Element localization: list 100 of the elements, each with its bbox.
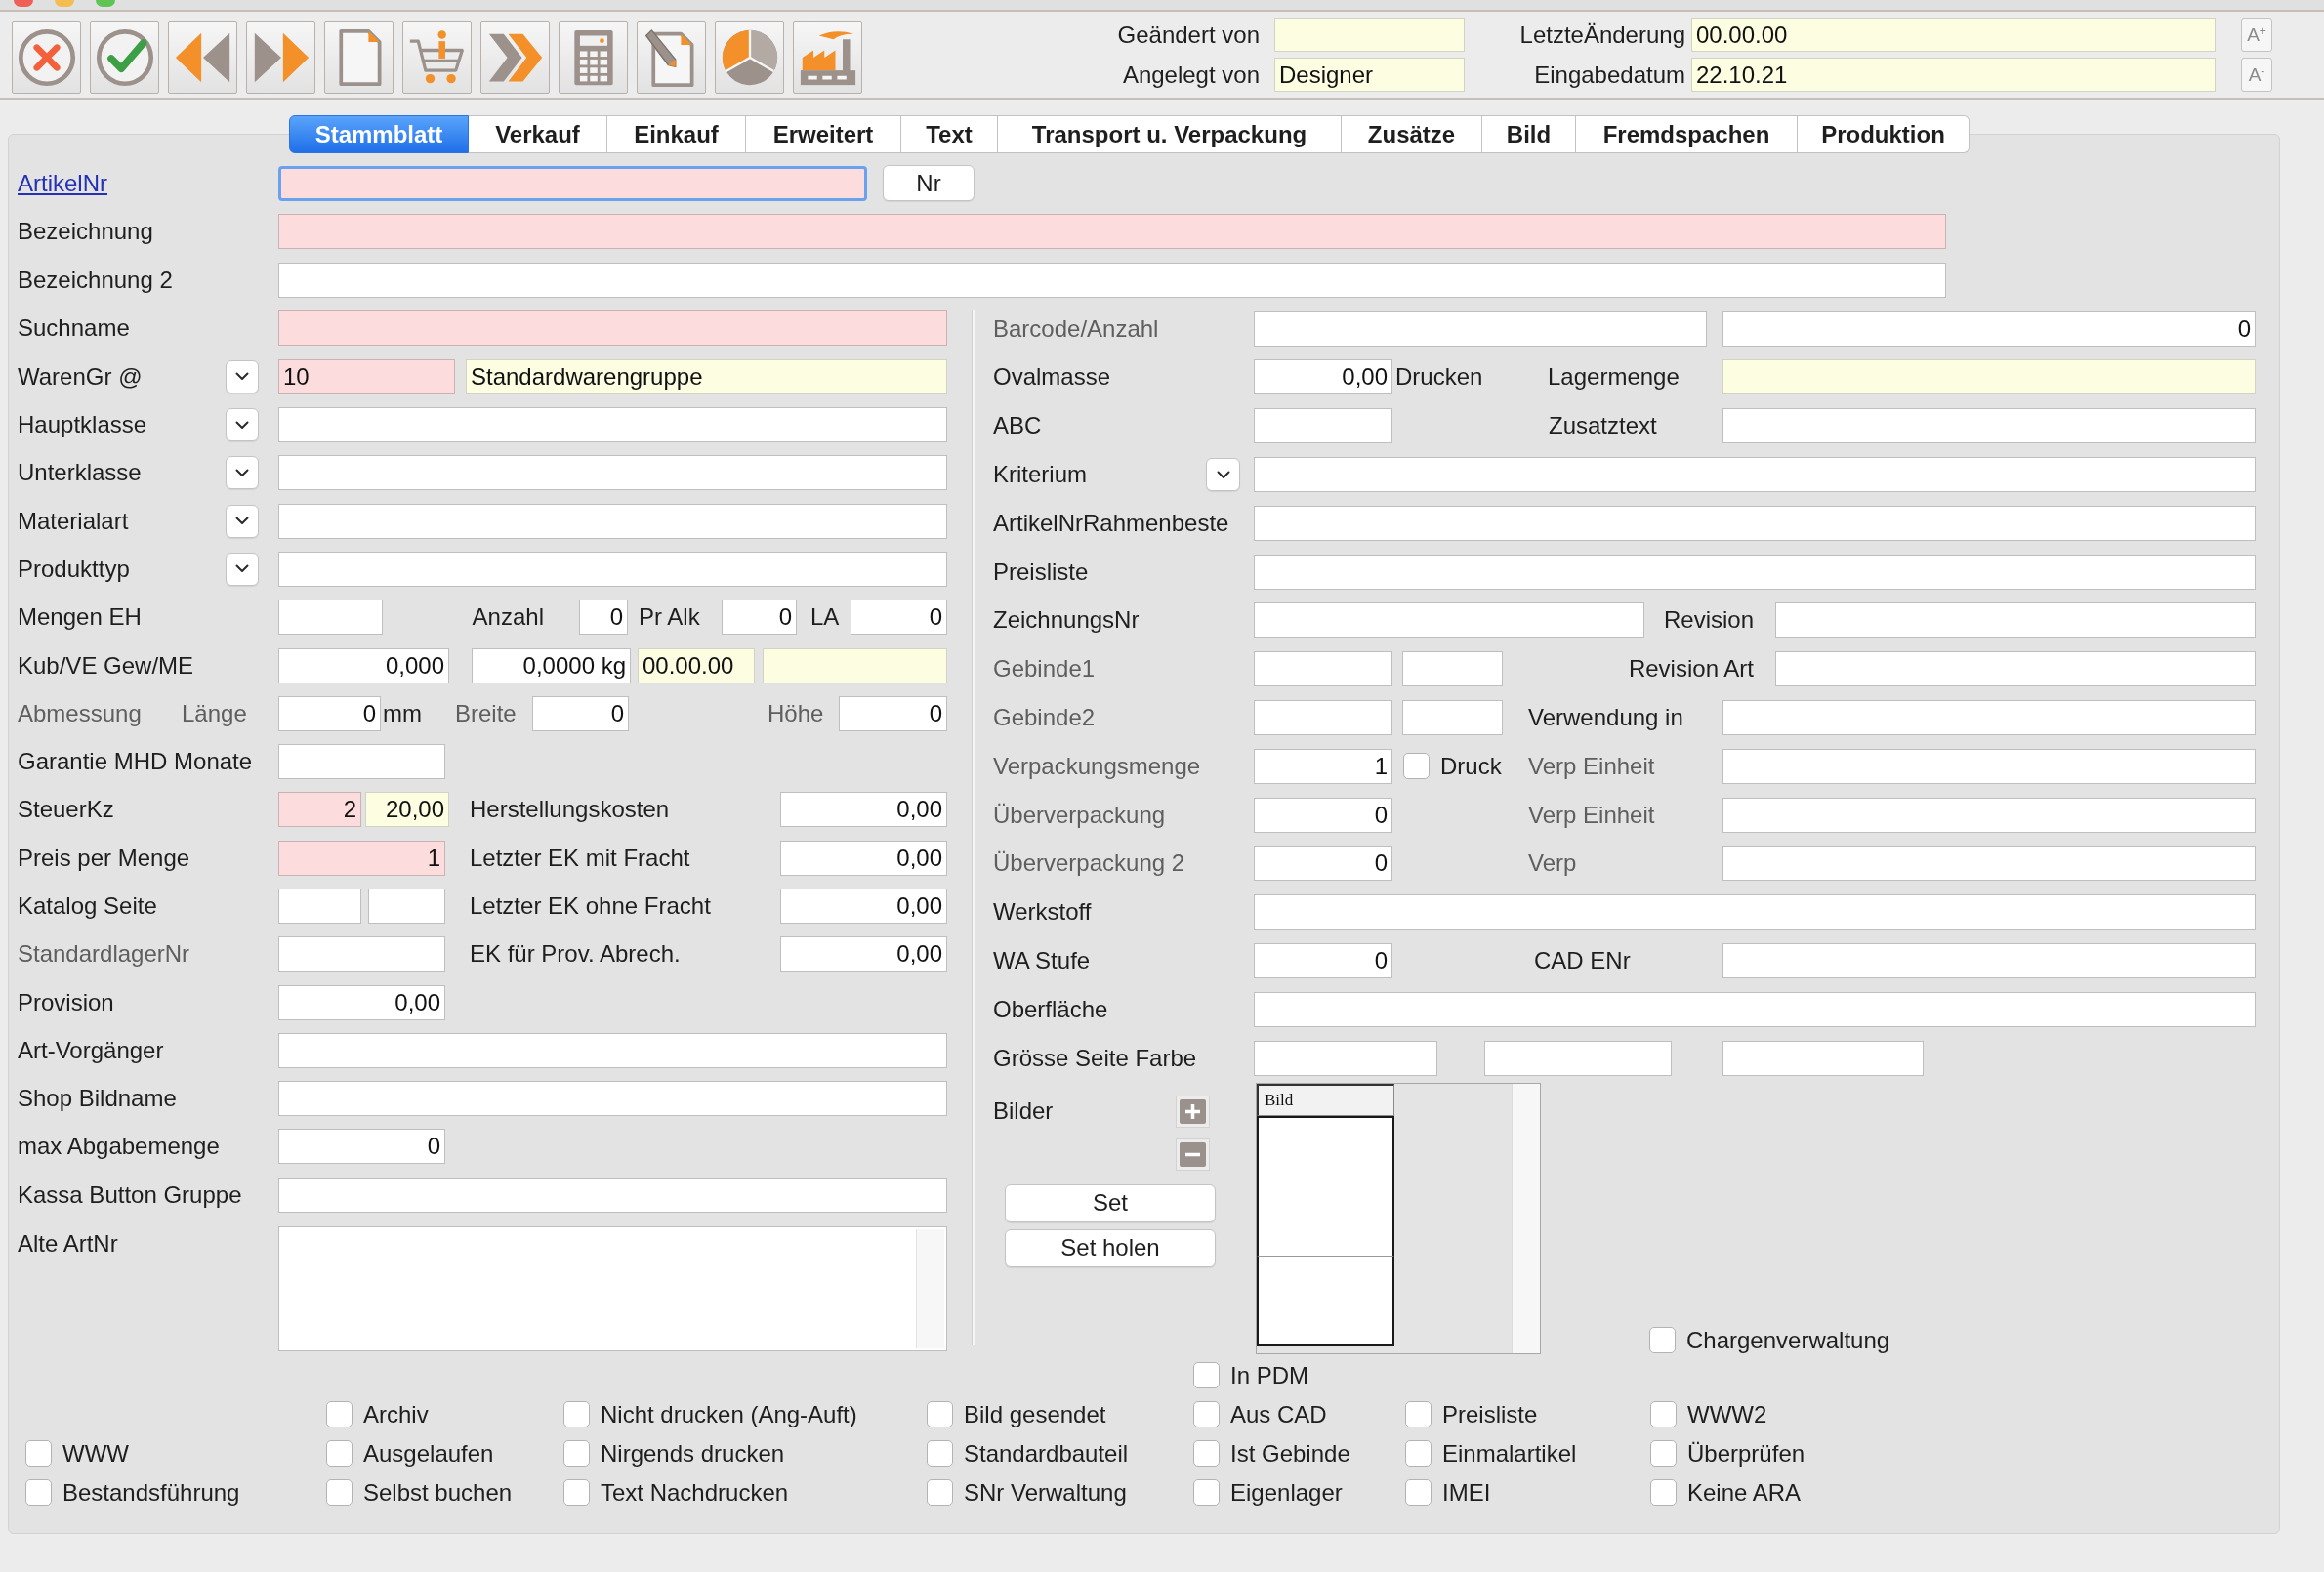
input-field[interactable]: 0 — [1254, 846, 1392, 882]
input-field[interactable]: 0 — [278, 695, 381, 731]
input-field[interactable] — [278, 551, 947, 587]
input-field[interactable] — [1274, 18, 1465, 52]
input-field[interactable]: 0 — [1254, 797, 1392, 833]
input-field[interactable]: 00.00.00 — [638, 647, 755, 683]
input-field[interactable]: 22.10.21 — [1691, 58, 2216, 92]
push-button[interactable]: Nr — [883, 165, 975, 202]
input-field[interactable] — [1254, 554, 2256, 590]
checkbox[interactable] — [25, 1440, 52, 1468]
cancel-button[interactable] — [12, 21, 81, 94]
input-field[interactable] — [278, 310, 947, 347]
input-field[interactable] — [1722, 1040, 1924, 1076]
input-field[interactable] — [278, 214, 1946, 250]
input-field[interactable] — [1775, 602, 2256, 639]
input-field[interactable]: 0 — [722, 600, 797, 636]
input-field[interactable] — [278, 600, 383, 636]
input-field[interactable]: 0,00 — [278, 984, 445, 1020]
checkbox[interactable] — [1403, 753, 1430, 780]
dropdown-button[interactable] — [226, 504, 259, 538]
add-image-button[interactable] — [1176, 1095, 1210, 1128]
input-field[interactable] — [278, 407, 947, 442]
checkbox[interactable] — [1193, 1440, 1220, 1468]
input-field[interactable]: 00.00.00 — [1691, 18, 2216, 52]
input-field[interactable]: 10 — [278, 358, 455, 394]
scrollbar-track[interactable] — [1512, 1083, 1540, 1353]
input-field[interactable] — [1254, 894, 2256, 931]
input-field[interactable] — [1254, 505, 2256, 541]
tab[interactable]: Fremdspachen — [1576, 115, 1798, 153]
input-field[interactable] — [278, 936, 445, 972]
input-field[interactable] — [1254, 310, 1707, 347]
checkbox[interactable] — [927, 1479, 953, 1507]
checkbox[interactable] — [563, 1440, 590, 1468]
tab[interactable]: Erweitert — [746, 115, 901, 153]
dropdown-button[interactable] — [226, 552, 259, 586]
input-field[interactable]: 20,00 — [365, 792, 449, 828]
input-field[interactable] — [1775, 651, 2256, 687]
dropdown-button[interactable] — [1206, 458, 1240, 492]
checkbox[interactable] — [563, 1401, 590, 1428]
input-field[interactable] — [278, 165, 867, 201]
tab[interactable]: Stammblatt — [289, 115, 469, 153]
input-field[interactable]: 0,00 — [780, 889, 947, 924]
tab[interactable]: Verkauf — [469, 115, 607, 153]
checkbox[interactable] — [927, 1401, 953, 1428]
input-field[interactable]: 0,00 — [780, 936, 947, 972]
table-cell[interactable] — [1257, 1255, 1394, 1346]
input-field[interactable] — [278, 1177, 947, 1213]
input-field[interactable] — [763, 647, 947, 683]
input-field[interactable] — [278, 1032, 947, 1068]
remove-image-button[interactable] — [1176, 1138, 1210, 1171]
input-field[interactable] — [278, 263, 1946, 298]
dropdown-button[interactable] — [226, 408, 259, 441]
input-field[interactable] — [368, 889, 445, 924]
checkbox[interactable] — [927, 1440, 953, 1468]
table-cell[interactable] — [1257, 1115, 1394, 1256]
input-field[interactable] — [1722, 846, 2256, 882]
input-field[interactable]: Designer — [1274, 58, 1465, 92]
input-field[interactable]: 0 — [851, 600, 947, 636]
new-document-button[interactable] — [324, 21, 394, 94]
input-field[interactable]: 0 — [278, 1129, 445, 1165]
dropdown-button[interactable] — [226, 456, 259, 490]
input-field[interactable] — [1254, 408, 1392, 444]
tab[interactable]: Transport u. Verpackung — [998, 115, 1342, 153]
input-field[interactable] — [278, 455, 947, 491]
shop-button[interactable] — [402, 21, 472, 94]
input-field[interactable] — [1722, 408, 2256, 444]
input-field[interactable]: 0 — [839, 695, 947, 731]
checkbox[interactable] — [25, 1479, 52, 1507]
checkbox[interactable] — [1650, 1440, 1677, 1468]
back-button[interactable] — [168, 21, 237, 94]
input-field[interactable] — [1722, 797, 2256, 833]
checkbox[interactable] — [326, 1440, 353, 1468]
next-button[interactable] — [480, 21, 550, 94]
checkbox[interactable] — [1405, 1440, 1432, 1468]
input-field[interactable] — [1254, 700, 1392, 736]
input-field[interactable] — [278, 889, 361, 924]
checkbox[interactable] — [1650, 1479, 1677, 1507]
input-field[interactable] — [1254, 1040, 1437, 1076]
window-zoom-icon[interactable] — [96, 0, 115, 7]
input-field[interactable]: 0 — [1254, 943, 1392, 979]
tab[interactable]: Zusätze — [1342, 115, 1482, 153]
tab[interactable]: Einkauf — [607, 115, 746, 153]
action-button[interactable]: Set — [1005, 1183, 1216, 1222]
tab[interactable]: Produktion — [1798, 115, 1970, 153]
checkbox[interactable] — [1405, 1401, 1432, 1428]
input-field[interactable]: Standardwarengruppe — [466, 358, 947, 394]
input-field[interactable]: 0,000 — [278, 647, 449, 683]
checkbox[interactable] — [563, 1479, 590, 1507]
checkbox[interactable] — [326, 1401, 353, 1428]
input-field[interactable] — [1254, 602, 1644, 639]
input-field[interactable] — [278, 1081, 947, 1117]
checkbox[interactable] — [1650, 1401, 1677, 1428]
input-field[interactable]: 0 — [1722, 310, 2256, 347]
input-field[interactable]: 0,00 — [1254, 359, 1392, 395]
input-field[interactable]: 0 — [579, 600, 628, 636]
edit-button[interactable] — [637, 21, 706, 94]
dropdown-button[interactable] — [226, 359, 259, 393]
input-field[interactable] — [1254, 991, 2256, 1027]
checkbox[interactable] — [1193, 1401, 1220, 1428]
input-field[interactable] — [278, 503, 947, 539]
